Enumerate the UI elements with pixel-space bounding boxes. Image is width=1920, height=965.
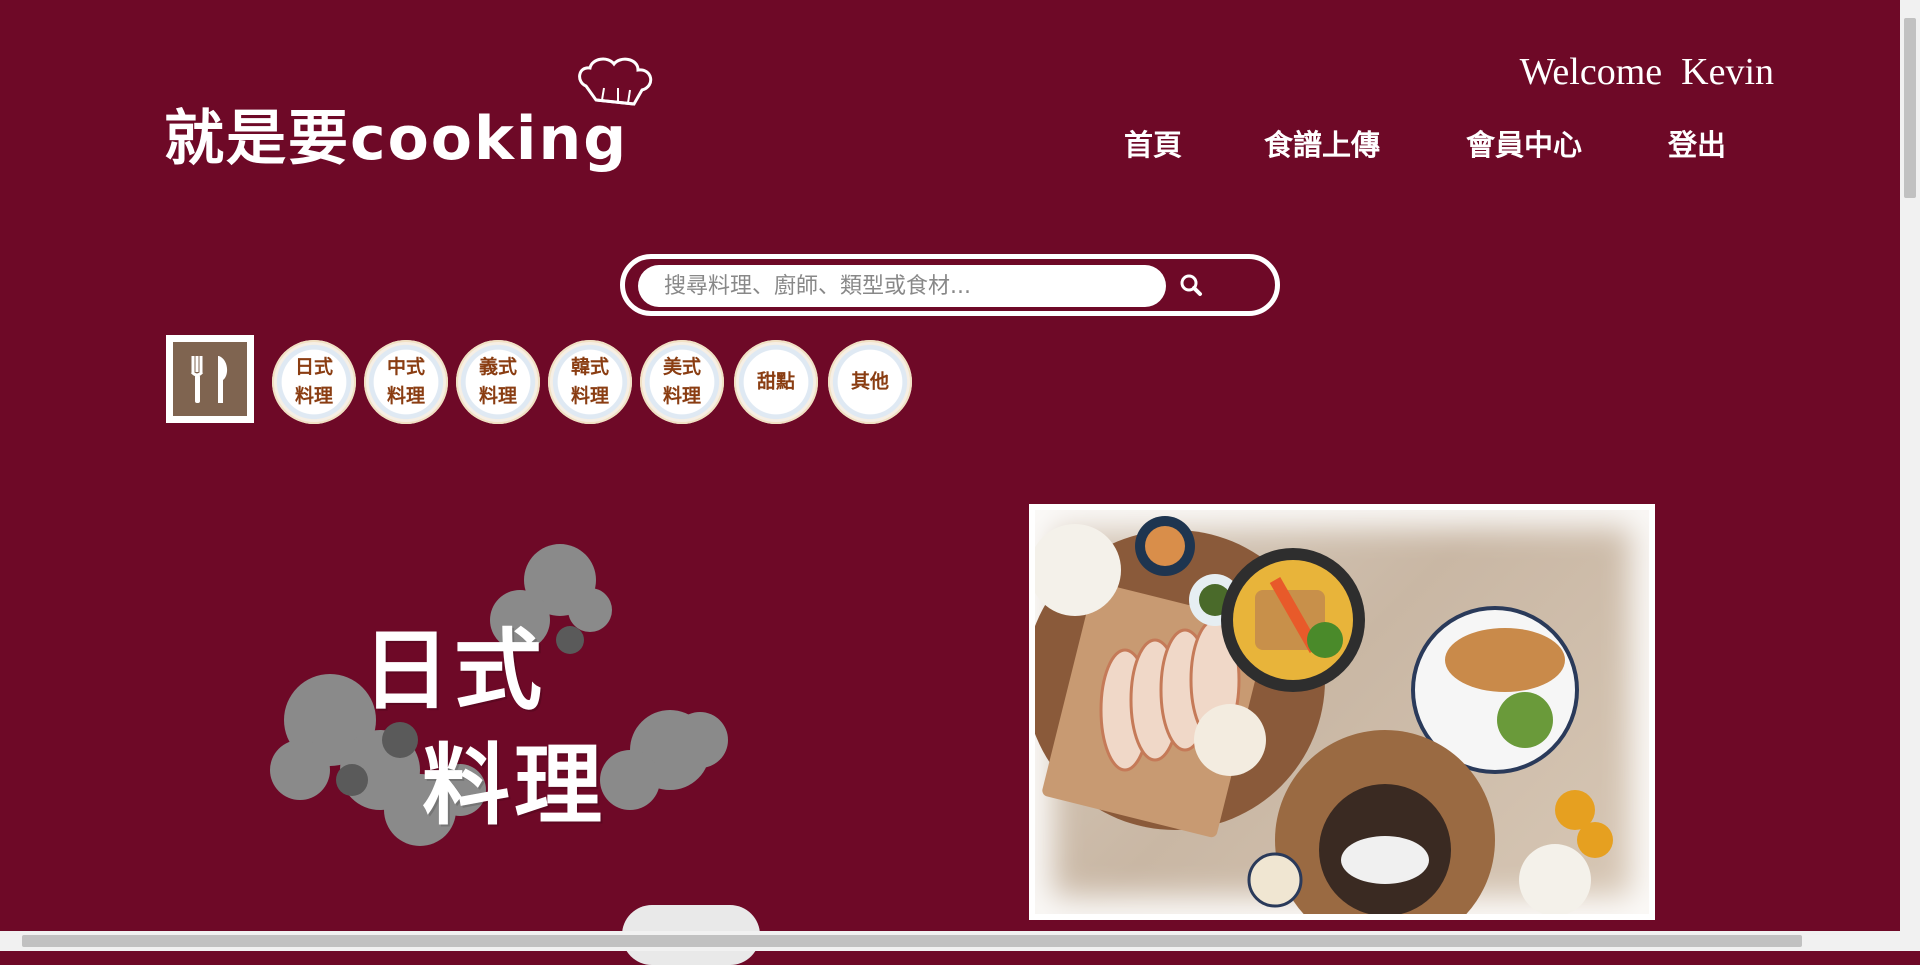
site-logo[interactable]: 就是要cooking xyxy=(164,56,654,174)
category-label: 日式 料理 xyxy=(294,356,333,407)
vertical-scroll-thumb[interactable] xyxy=(1904,18,1916,198)
horizontal-scroll-thumb[interactable] xyxy=(22,935,1802,947)
category-label: 義式 料理 xyxy=(478,356,517,407)
food-illustration xyxy=(1035,516,1613,914)
search-icon xyxy=(1180,274,1202,296)
nav-member-center[interactable]: 會員中心 xyxy=(1466,122,1582,164)
hero-category-title: 日式 料理 xyxy=(260,540,740,860)
category-label: 其他 xyxy=(850,370,889,393)
category-other[interactable]: 其他 xyxy=(828,340,912,424)
category-american[interactable]: 美式 料理 xyxy=(640,340,724,424)
featured-food-photo xyxy=(1029,504,1655,920)
category-all-button[interactable] xyxy=(166,335,254,423)
category-dessert[interactable]: 甜點 xyxy=(734,340,818,424)
category-label: 中式 料理 xyxy=(386,356,425,407)
fork-knife-icon xyxy=(190,356,228,403)
main-nav: 首頁 食譜上傳 會員中心 登出 xyxy=(1100,122,1740,162)
nav-recipe-upload[interactable]: 食譜上傳 xyxy=(1264,122,1380,164)
hero-line-1: 日式 xyxy=(362,619,547,722)
category-label: 韓式 料理 xyxy=(570,356,609,407)
category-korean[interactable]: 韓式 料理 xyxy=(548,340,632,424)
category-label: 美式 料理 xyxy=(662,356,701,407)
search-bar xyxy=(620,254,1280,316)
chef-hat-icon xyxy=(578,57,653,106)
category-chinese[interactable]: 中式 料理 xyxy=(364,340,448,424)
welcome-text: Welcome Kevin xyxy=(1519,51,1774,93)
nav-home[interactable]: 首頁 xyxy=(1124,122,1182,164)
category-japanese[interactable]: 日式 料理 xyxy=(272,340,356,424)
hero-line-2: 料理 xyxy=(422,734,607,837)
logo-text: 就是要cooking xyxy=(164,104,629,174)
search-button[interactable] xyxy=(1163,265,1219,307)
horizontal-scrollbar[interactable] xyxy=(0,931,1920,951)
category-italian[interactable]: 義式 料理 xyxy=(456,340,540,424)
nav-logout[interactable]: 登出 xyxy=(1668,122,1726,164)
category-label: 甜點 xyxy=(756,370,795,393)
search-input[interactable] xyxy=(638,265,1166,307)
vertical-scrollbar[interactable] xyxy=(1900,0,1920,931)
